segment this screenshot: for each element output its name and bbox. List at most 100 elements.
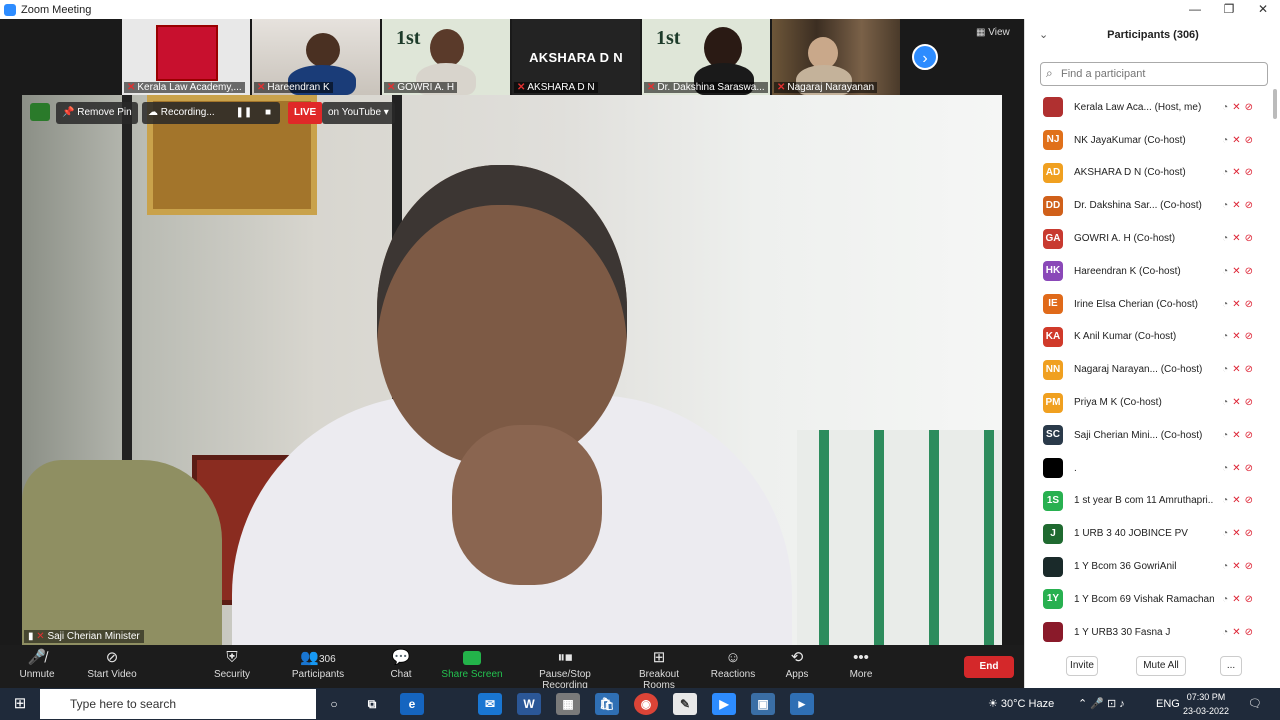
participant-row[interactable]: PM Priya M K (Co-host) ◔✕⊘ xyxy=(1025,386,1271,419)
pause-recording-icon[interactable]: ❚❚ xyxy=(235,107,252,118)
participant-row[interactable]: 1 Y URB3 30 Fasna J ◔✕⊘ xyxy=(1025,616,1271,649)
mic-muted-icon: ✕ xyxy=(1232,397,1245,409)
participant-row[interactable]: 1 Y Bcom 36 GowriAnil ◔✕⊘ xyxy=(1025,550,1271,583)
start-video-button[interactable]: ⊘ Start Video xyxy=(84,647,140,680)
mic-muted-icon: ✕ xyxy=(1232,528,1245,540)
breakout-rooms-button[interactable]: ⊞ Breakout Rooms xyxy=(622,647,696,691)
cloud-icon: ◔ xyxy=(1222,364,1233,376)
participant-status-icons: ◔✕⊘ xyxy=(1222,266,1257,277)
windows-start-icon[interactable]: ⊞ xyxy=(0,688,40,720)
participant-row[interactable]: NN Nagaraj Narayan... (Co-host) ◔✕⊘ xyxy=(1025,353,1271,386)
participant-row[interactable]: 1S 1 st year B com 11 Amruthapri... ◔✕⊘ xyxy=(1025,485,1271,518)
photos-icon[interactable]: ▣ xyxy=(751,693,775,715)
meeting-area: ✕ Kerala Law Academy,... ✕ Hareendran K 1s… xyxy=(0,19,1024,691)
mic-muted-icon: ✕ xyxy=(1232,233,1245,245)
participants-button[interactable]: 👥306 Participants xyxy=(288,647,348,680)
avatar: GA xyxy=(1043,228,1063,249)
cloud-icon: ◔ xyxy=(1222,101,1233,113)
video-tile[interactable]: 1st ✕ GOWRI A. H xyxy=(382,19,510,95)
remove-pin-button[interactable]: 📌 Remove Pin xyxy=(56,102,138,124)
tile-display-name: AKSHARA D N xyxy=(529,49,623,65)
video-off-icon: ⊘ xyxy=(1244,200,1257,212)
participant-name: Priya M K (Co-host) xyxy=(1074,397,1162,409)
participant-name: Nagaraj Narayan... (Co-host) xyxy=(1074,364,1203,376)
reactions-label: Reactions xyxy=(710,669,756,680)
notification-icon[interactable]: 🗨 xyxy=(1248,688,1262,720)
pause-stop-recording-button[interactable]: ⏸⏹ Pause/Stop Recording xyxy=(516,647,614,691)
video-tile[interactable]: ✕ Kerala Law Academy,... xyxy=(122,19,250,95)
mute-all-button[interactable]: Mute All xyxy=(1136,656,1186,676)
video-tile[interactable]: AKSHARA D N ✕ AKSHARA D N xyxy=(512,19,640,95)
youtube-stream-dropdown[interactable]: on YouTube ▾ xyxy=(322,102,395,124)
media-icon[interactable]: ► xyxy=(790,693,814,715)
participants-label: Participants xyxy=(291,669,345,680)
video-off-icon: ⊘ xyxy=(1244,528,1257,540)
video-off-icon: ⊘ xyxy=(1244,101,1257,113)
apps-button[interactable]: ⟲ Apps xyxy=(782,647,812,680)
participant-row[interactable]: 1Y 1 Y Bcom 69 Vishak Ramachan... ◔✕⊘ xyxy=(1025,583,1271,616)
cloud-icon: ◔ xyxy=(1222,561,1233,573)
participant-row[interactable]: . ◔✕⊘ xyxy=(1025,452,1271,485)
word-icon[interactable]: W xyxy=(517,693,541,715)
paint-icon[interactable]: ✎ xyxy=(673,693,697,715)
avatar: 1Y xyxy=(1043,589,1063,610)
participant-row[interactable]: Kerala Law Aca... (Host, me) ◔✕⊘ xyxy=(1025,91,1271,124)
chrome-icon[interactable]: ◉ xyxy=(634,693,658,715)
more-options-button[interactable]: ... xyxy=(1220,656,1242,676)
unmute-button[interactable]: 🎤̸ Unmute xyxy=(12,647,62,680)
edge-icon[interactable]: e xyxy=(400,693,424,715)
participant-row[interactable]: IE Irine Elsa Cherian (Co-host) ◔✕⊘ xyxy=(1025,288,1271,321)
start-video-label: Start Video xyxy=(87,669,137,680)
chat-button[interactable]: 💬 Chat xyxy=(384,647,418,680)
mic-muted-icon: ✕ xyxy=(1232,331,1245,343)
participant-row[interactable]: NJ NK JayaKumar (Co-host) ◔✕⊘ xyxy=(1025,124,1271,157)
participant-row[interactable]: KA K Anil Kumar (Co-host) ◔✕⊘ xyxy=(1025,321,1271,354)
next-page-button[interactable]: › xyxy=(912,44,938,70)
video-tile[interactable]: 1st ✕ Dr. Dakshina Saraswa... xyxy=(642,19,770,95)
maximize-button[interactable]: ❐ xyxy=(1212,0,1246,19)
participant-row[interactable]: GA GOWRI A. H (Co-host) ◔✕⊘ xyxy=(1025,222,1271,255)
calculator-icon[interactable]: ▦ xyxy=(556,693,580,715)
view-button[interactable]: ▦ View xyxy=(976,27,1010,38)
taskbar-clock[interactable]: 07:30 PM 23-03-2022 xyxy=(1183,690,1229,718)
language-indicator[interactable]: ENG xyxy=(1156,688,1180,720)
participant-row[interactable]: SC Saji Cherian Mini... (Co-host) ◔✕⊘ xyxy=(1025,419,1271,452)
mail-icon[interactable]: ✉ xyxy=(478,693,502,715)
weather-widget[interactable]: ☀ 30°C Haze xyxy=(988,688,1054,720)
cloud-icon: ◔ xyxy=(1222,167,1233,179)
avatar: J xyxy=(1043,523,1063,544)
participant-row[interactable]: J 1 URB 3 40 JOBINCE PV ◔✕⊘ xyxy=(1025,517,1271,550)
mic-muted-icon: ✕ xyxy=(1232,429,1245,441)
participant-face xyxy=(430,29,464,67)
participant-row[interactable]: HK Hareendran K (Co-host) ◔✕⊘ xyxy=(1025,255,1271,288)
participant-status-icons: ◔✕⊘ xyxy=(1222,594,1257,605)
video-tile[interactable]: ✕ Nagaraj Narayanan xyxy=(772,19,900,95)
security-button[interactable]: ⛨ Security xyxy=(208,647,256,680)
stop-recording-icon[interactable]: ■ xyxy=(265,107,271,118)
more-button[interactable]: ••• More xyxy=(846,647,876,680)
avatar: AD xyxy=(1043,162,1063,183)
video-off-icon: ⊘ xyxy=(1244,167,1257,179)
task-view-icon[interactable]: ⧉ xyxy=(360,693,384,715)
panel-scrollbar[interactable] xyxy=(1273,89,1277,119)
end-meeting-button[interactable]: End xyxy=(964,656,1014,678)
participant-row[interactable]: AD AKSHARA D N (Co-host) ◔✕⊘ xyxy=(1025,157,1271,190)
participant-name: 1 st year B com 11 Amruthapri... xyxy=(1074,495,1214,507)
share-screen-button[interactable]: Share Screen xyxy=(440,647,504,680)
participant-status-icons: ◔✕⊘ xyxy=(1222,528,1257,539)
window-controls: — ❐ ✕ xyxy=(1178,0,1280,19)
video-off-icon: ⊘ xyxy=(1244,233,1257,245)
store-icon[interactable]: 🛍 xyxy=(595,693,619,715)
video-off-icon: ⊘ xyxy=(1244,495,1257,507)
video-tile[interactable]: ✕ Hareendran K xyxy=(252,19,380,95)
invite-button[interactable]: Invite xyxy=(1066,656,1098,676)
minimize-button[interactable]: — xyxy=(1178,0,1212,19)
taskbar-search-box[interactable]: Type here to search xyxy=(40,689,316,719)
cortana-icon[interactable]: ○ xyxy=(322,693,346,715)
tray-icons[interactable]: ⌃ 🎤 ⊡ ♪ xyxy=(1078,688,1125,720)
participant-row[interactable]: DD Dr. Dakshina Sar... (Co-host) ◔✕⊘ xyxy=(1025,189,1271,222)
close-button[interactable]: ✕ xyxy=(1246,0,1280,19)
reactions-button[interactable]: ☺ Reactions xyxy=(710,647,756,680)
participant-search-input[interactable] xyxy=(1040,62,1268,86)
zoom-icon[interactable]: ▶ xyxy=(712,693,736,715)
